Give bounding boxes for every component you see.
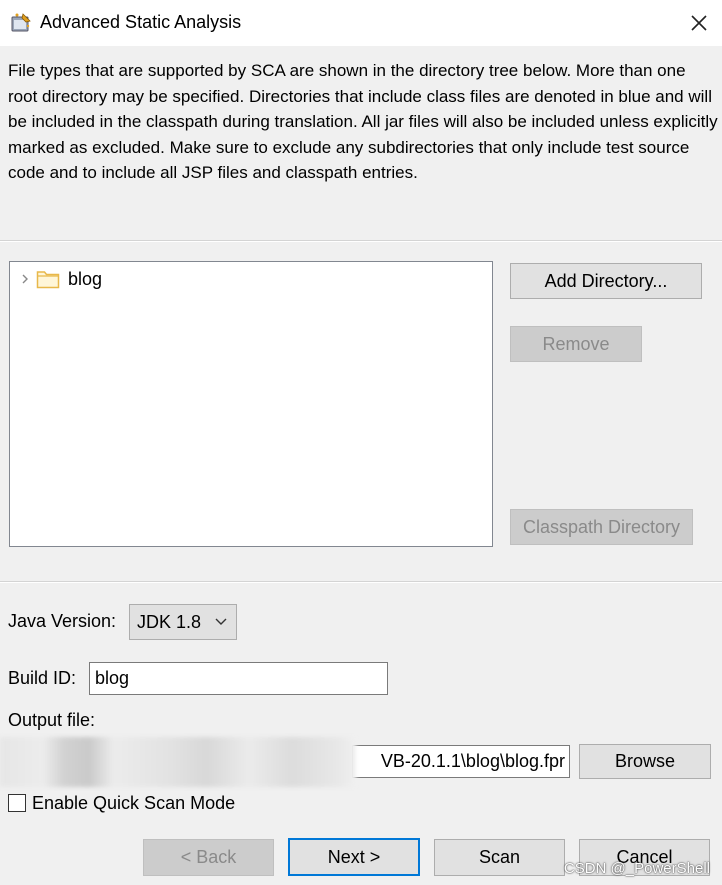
quick-scan-checkbox[interactable] <box>8 794 26 812</box>
wizard-icon <box>10 12 32 34</box>
separator-middle <box>0 581 722 583</box>
separator-top <box>0 240 722 242</box>
add-directory-button[interactable]: Add Directory... <box>510 263 702 299</box>
chevron-right-icon[interactable] <box>18 272 32 286</box>
folder-icon <box>36 271 60 289</box>
quick-scan-label[interactable]: Enable Quick Scan Mode <box>32 793 235 814</box>
title-bar: Advanced Static Analysis <box>0 0 722 46</box>
tree-item-label: blog <box>68 268 103 289</box>
tree-item-blog[interactable]: blog <box>18 268 102 290</box>
output-file-input[interactable]: VB-20.1.1\blog\blog.fpr <box>352 745 570 778</box>
build-id-input[interactable]: blog <box>89 662 388 695</box>
window-title: Advanced Static Analysis <box>40 12 242 32</box>
build-id-label: Build ID: <box>8 668 77 688</box>
java-version-label: Java Version: <box>8 611 117 631</box>
classpath-directory-button[interactable]: Classpath Directory <box>510 509 693 545</box>
close-icon <box>691 15 707 31</box>
chevron-down-icon <box>215 618 227 625</box>
watermark: CSDN @_PowerShell <box>563 860 710 877</box>
remove-button[interactable]: Remove <box>510 326 642 362</box>
java-version-select[interactable]: JDK 1.8 <box>129 604 237 640</box>
next-button[interactable]: Next > <box>288 838 420 876</box>
output-file-label: Output file: <box>8 710 96 730</box>
close-button[interactable] <box>676 0 722 46</box>
scan-button[interactable]: Scan <box>434 839 565 876</box>
browse-button[interactable]: Browse <box>579 744 711 779</box>
java-version-value: JDK 1.8 <box>137 611 202 632</box>
back-button[interactable]: < Back <box>143 839 274 876</box>
redacted-path <box>0 737 356 787</box>
description-text: File types that are supported by SCA are… <box>8 61 718 182</box>
directory-tree[interactable]: blog <box>9 261 493 547</box>
